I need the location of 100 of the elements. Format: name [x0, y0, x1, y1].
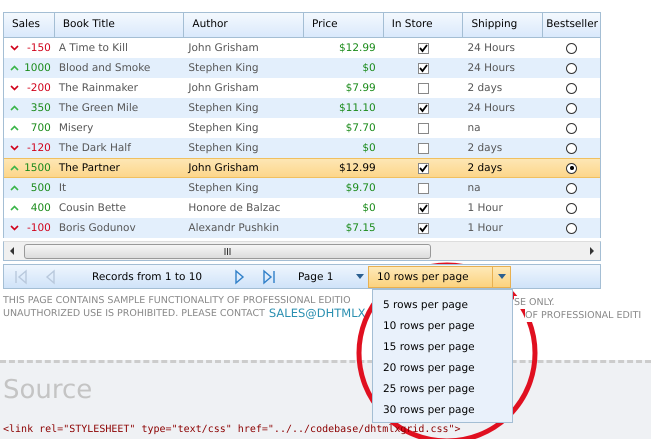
dropdown-option[interactable]: 5 rows per page	[373, 294, 512, 315]
radio-button[interactable]	[566, 82, 578, 94]
table-cell: The Green Mile	[58, 102, 138, 114]
table-cell: 2 days	[467, 142, 502, 154]
column-header[interactable]: Price	[304, 13, 384, 37]
table-cell-text: 500	[30, 182, 51, 194]
notice-text: SE ONLY.	[514, 296, 555, 309]
table-cell: It	[58, 182, 66, 194]
column-header[interactable]: Author	[184, 13, 304, 37]
table-cell: 2 days	[467, 162, 502, 174]
dropdown-option[interactable]: 30 rows per page	[373, 399, 512, 420]
table-cell: Cousin Bette	[58, 202, 126, 214]
radio-button[interactable]	[566, 142, 578, 154]
table-cell: $11.10	[338, 102, 376, 114]
table-cell: Blood and Smoke	[58, 62, 150, 74]
table-cell-text: -150	[26, 42, 51, 54]
checkbox[interactable]	[418, 222, 430, 234]
table-cell-text: -100	[26, 222, 51, 234]
rows-per-page-select[interactable]: 10 rows per page	[368, 266, 493, 288]
table-row[interactable]: 1500 The Partner John Grisham $12.99 2 days	[4, 158, 600, 178]
table-cell: Stephen King	[188, 122, 259, 134]
caret-icon[interactable]	[498, 274, 506, 279]
last-button[interactable]	[262, 268, 276, 284]
check-icon	[419, 224, 428, 232]
table-cell: $12.99	[338, 162, 376, 174]
column-header[interactable]: Sales	[4, 13, 55, 37]
table-cell: na	[467, 182, 481, 194]
table-cell: 1 Hour	[467, 202, 503, 214]
radio-button[interactable]	[566, 42, 578, 54]
horizontal-scrollbar[interactable]	[3, 241, 601, 261]
table-cell: 24 Hours	[467, 102, 515, 114]
check-icon	[419, 44, 428, 52]
scroll-left-icon[interactable]	[8, 247, 16, 255]
table-cell: $0	[362, 202, 376, 214]
column-header[interactable]: Book Title	[54, 13, 184, 37]
radio-button[interactable]	[566, 62, 578, 74]
checkbox[interactable]	[418, 182, 430, 194]
table-cell: $7.70	[346, 122, 376, 134]
dropdown-option[interactable]: 15 rows per page	[373, 336, 512, 357]
table-cell-text: 400	[30, 202, 51, 214]
table-cell: $0	[362, 62, 376, 74]
table-cell: 2 days	[467, 82, 502, 94]
scrollbar-thumb[interactable]	[24, 244, 431, 258]
checkbox[interactable]	[418, 142, 430, 154]
table-cell: $7.99	[346, 82, 376, 94]
check-icon	[419, 104, 428, 112]
table-cell: John Grisham	[188, 42, 259, 54]
table-cell: $7.15	[346, 222, 376, 234]
checkbox[interactable]	[418, 162, 430, 174]
table-row[interactable]: 1000 Blood and Smoke Stephen King $0 24 Hours	[4, 58, 600, 78]
column-header[interactable]: Bestseller	[543, 13, 600, 37]
table-cell: The Partner	[58, 162, 120, 174]
dropdown-button[interactable]	[493, 266, 511, 288]
table-cell: The Dark Half	[58, 142, 131, 154]
table-cell: 24 Hours	[467, 42, 515, 54]
table-row[interactable]: -100 Boris Godunov Alexandr Pushkin $7.15 1 Hour	[4, 218, 600, 238]
table-cell: Stephen King	[188, 182, 259, 194]
checkbox[interactable]	[418, 102, 430, 114]
table-cell: Stephen King	[188, 102, 259, 114]
checkbox[interactable]	[418, 82, 430, 94]
checkbox[interactable]	[418, 202, 430, 214]
table-cell: The Rainmaker	[58, 82, 138, 94]
column-header[interactable]: In Store	[384, 13, 464, 37]
notice-text: OF PROFESSIONAL EDITI	[525, 309, 642, 322]
column-header[interactable]: Shipping	[463, 13, 544, 37]
table-row[interactable]: -120 The Dark Half Stephen King $0 2 days	[4, 138, 600, 158]
table-cell-text: -120	[26, 142, 51, 154]
page-select[interactable]: Page 1	[298, 270, 356, 282]
table-cell-text: 700	[30, 122, 51, 134]
table-cell: John Grisham	[188, 82, 259, 94]
checkbox[interactable]	[418, 62, 430, 74]
table-row[interactable]: 350 The Green Mile Stephen King $11.10 24 Hours	[4, 98, 600, 118]
table-cell: Alexandr Pushkin	[188, 222, 279, 234]
table-cell: $12.99	[338, 42, 376, 54]
table-cell-text: 350	[30, 102, 51, 114]
radio-button[interactable]	[566, 102, 578, 114]
radio-button[interactable]	[566, 122, 578, 134]
radio-button[interactable]	[566, 202, 578, 214]
radio-button[interactable]	[566, 222, 578, 234]
table-cell: Honore de Balzac	[188, 202, 280, 214]
table-cell: Stephen King	[188, 62, 259, 74]
dropdown-option[interactable]: 20 rows per page	[373, 357, 512, 378]
caret-icon[interactable]	[356, 274, 364, 279]
table-cell-text: -200	[26, 82, 51, 94]
table-cell-text: 1500	[23, 162, 51, 174]
table-cell: A Time to Kill	[58, 42, 128, 54]
records-label: Records from 1 to 10	[92, 270, 204, 282]
email-link[interactable]: SALES@DHTMLX	[268, 307, 366, 320]
check-icon	[419, 204, 428, 212]
checkbox[interactable]	[418, 122, 430, 134]
radio-button[interactable]	[566, 162, 578, 174]
radio-button[interactable]	[566, 182, 578, 194]
table-row[interactable]: 500 It Stephen King $9.70 na	[4, 178, 600, 198]
dropdown-option[interactable]: 10 rows per page	[373, 315, 512, 336]
table-cell: John Grisham	[188, 162, 259, 174]
dropdown-option[interactable]: 25 rows per page	[373, 378, 512, 399]
checkbox[interactable]	[418, 42, 430, 54]
table-cell: Misery	[58, 122, 94, 134]
scroll-right-icon[interactable]	[588, 247, 596, 255]
notice-text: UNAUTHORIZED USE IS PROHIBITED. PLEASE CONTACT	[3, 307, 265, 320]
